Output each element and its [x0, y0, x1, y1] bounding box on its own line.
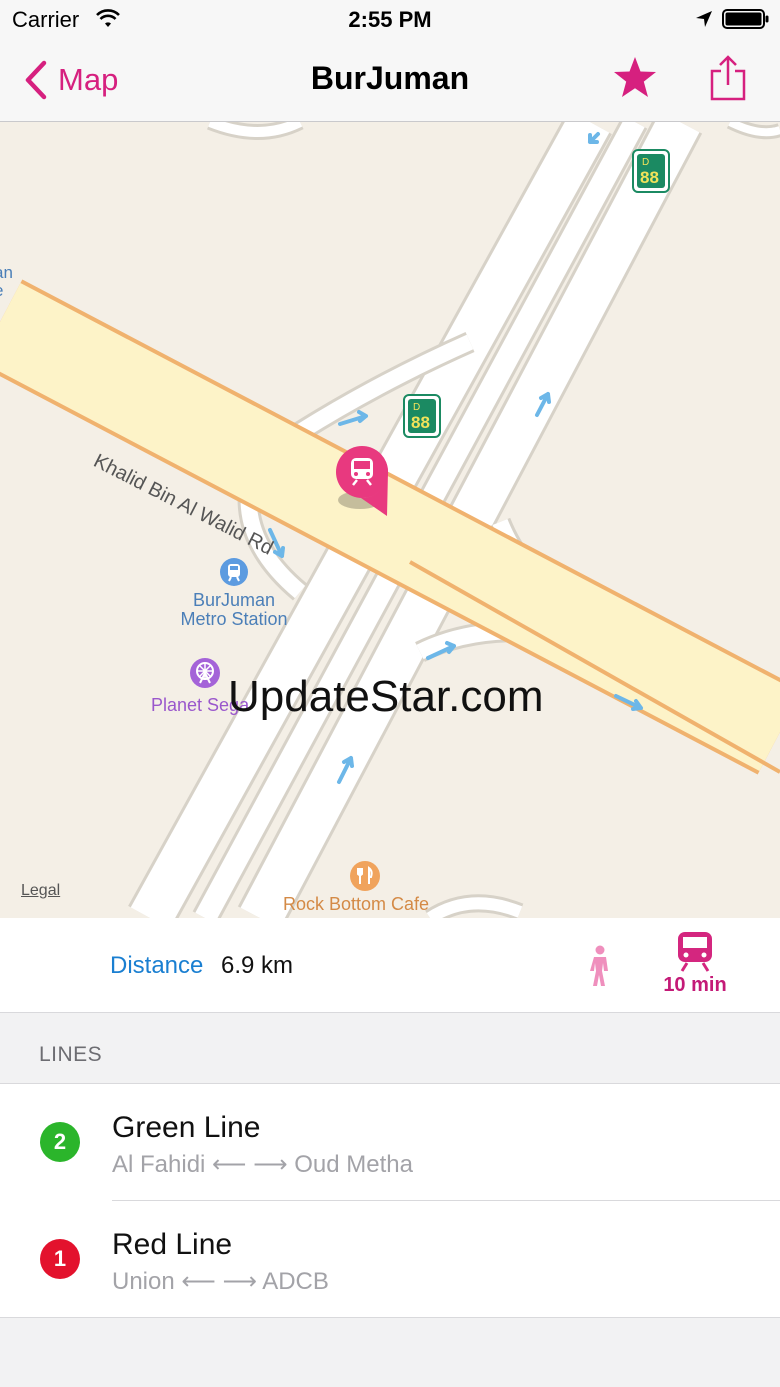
clock: 2:55 PM	[348, 7, 432, 32]
svg-text:88: 88	[411, 413, 430, 432]
train-time-label: 10 min	[663, 974, 727, 996]
metro-station-icon[interactable]	[220, 558, 248, 586]
share-icon	[710, 55, 746, 101]
favorite-button[interactable]	[612, 55, 658, 101]
line-badge: 2	[40, 1122, 80, 1162]
line-badge: 1	[40, 1239, 80, 1279]
bus-stop-icon[interactable]: D 88	[403, 394, 441, 438]
ferris-wheel-icon[interactable]	[190, 658, 220, 688]
cropped-map-label: an e	[0, 264, 13, 300]
line-row-red[interactable]: 1 Red Line Union ⟵ ⟶ ADCB	[0, 1201, 780, 1317]
train-icon	[678, 932, 712, 972]
line-route: Union ⟵ ⟶ ADCB	[112, 1268, 329, 1295]
distance-label: Distance	[110, 952, 204, 979]
bus-stop-icon[interactable]: D 88	[632, 149, 670, 193]
distance-value: 6.9 km	[221, 952, 294, 979]
share-button[interactable]	[708, 54, 748, 102]
line-row-green[interactable]: 2 Green Line Al Fahidi ⟵ ⟶ Oud Metha	[0, 1084, 780, 1201]
rock-bottom-cafe-label[interactable]: Rock Bottom Cafe	[283, 894, 429, 915]
station-pin-icon[interactable]	[334, 444, 394, 516]
walking-person-icon	[590, 945, 608, 986]
cropped-label-line2: e	[0, 282, 13, 300]
lines-list: 2 Green Line Al Fahidi ⟵ ⟶ Oud Metha 1 R…	[0, 1083, 780, 1318]
walking-mode-button[interactable]	[585, 944, 615, 988]
battery-icon	[722, 9, 770, 34]
status-bar: Carrier 2:55 PM	[0, 0, 780, 40]
star-icon	[614, 57, 656, 97]
line-name: Red Line	[112, 1228, 233, 1261]
metro-label-line1: BurJuman	[192, 590, 276, 610]
navigation-bar: Map BurJuman	[0, 40, 780, 122]
page-title: BurJuman	[310, 60, 470, 96]
cropped-label-line1: an	[0, 263, 13, 282]
line-route: Al Fahidi ⟵ ⟶ Oud Metha	[112, 1151, 413, 1178]
svg-text:88: 88	[640, 168, 659, 187]
metro-station-label[interactable]: BurJuman Metro Station	[150, 591, 318, 629]
svg-text:D: D	[413, 402, 420, 413]
train-mode-button[interactable]: 10 min	[655, 930, 735, 1006]
svg-text:D: D	[642, 157, 649, 168]
watermark: UpdateStar.com	[228, 672, 544, 721]
map-view[interactable]: D 88 D 88 BurJuman Metro Station Planet …	[0, 122, 780, 918]
legal-link[interactable]: Legal	[21, 882, 60, 900]
metro-label-line2: Metro Station	[180, 609, 288, 629]
location-arrow-icon	[694, 9, 714, 34]
route-info-bar: Distance 6.9 km 10 min	[0, 918, 780, 1013]
restaurant-icon[interactable]	[350, 861, 380, 891]
line-name: Green Line	[112, 1111, 261, 1144]
map-roads	[0, 122, 780, 918]
lines-section-header: LINES	[39, 1043, 103, 1066]
